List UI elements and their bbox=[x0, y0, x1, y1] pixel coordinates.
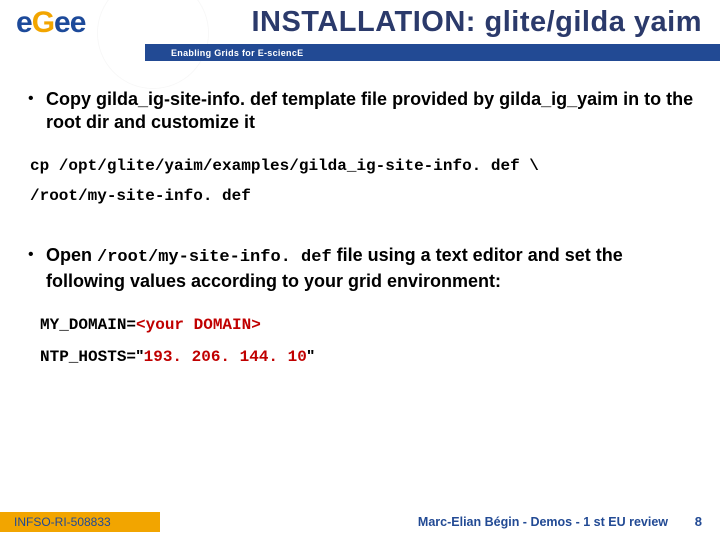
footer-left-text: INFSO-RI-508833 bbox=[14, 515, 111, 529]
var2-quote-open: " bbox=[136, 348, 144, 365]
var1-val: <your DOMAIN> bbox=[136, 316, 261, 334]
tagline: Enabling Grids for E-sciencE bbox=[171, 48, 303, 58]
var1-key: MY_DOMAIN= bbox=[40, 316, 136, 334]
logo-letter-e3: e bbox=[70, 6, 86, 39]
command-line-1: cp /opt/glite/yaim/examples/gilda_ig-sit… bbox=[30, 154, 696, 178]
var2-key: NTP_HOSTS= bbox=[40, 348, 136, 366]
slide: eGee INSTALLATION: glite/gilda yaim Enab… bbox=[0, 0, 720, 540]
slide-body: • Copy gilda_ig-site-info. def template … bbox=[28, 84, 696, 369]
bullet-2: • Open /root/my-site-info. def file usin… bbox=[28, 244, 696, 293]
var2-quote-close: " bbox=[307, 348, 315, 365]
header: eGee INSTALLATION: glite/gilda yaim Enab… bbox=[0, 0, 720, 70]
command-line-2: /root/my-site-info. def bbox=[30, 184, 696, 208]
footer-right-text: Marc-Elian Bégin - Demos - 1 st EU revie… bbox=[418, 515, 668, 529]
bullet-1-bold2: gilda_ig_yaim bbox=[499, 89, 618, 109]
logo-text: eGee bbox=[16, 6, 85, 40]
bullet-1: • Copy gilda_ig-site-info. def template … bbox=[28, 88, 696, 134]
slide-title: INSTALLATION: glite/gilda yaim bbox=[251, 6, 702, 39]
bullet-1-text: Copy gilda_ig-site-info. def template fi… bbox=[46, 88, 696, 134]
logo-letter-e2: e bbox=[54, 6, 70, 39]
logo-letter-e1: e bbox=[16, 6, 32, 39]
bullet-1-pre: Copy bbox=[46, 89, 96, 109]
footer-page-number: 8 bbox=[695, 514, 702, 529]
var-line-2: NTP_HOSTS="193. 206. 144. 10" bbox=[40, 345, 696, 369]
tagline-bar: Enabling Grids for E-sciencE bbox=[145, 44, 720, 61]
var2-val: 193. 206. 144. 10 bbox=[144, 348, 307, 366]
bullet-2-pre: Open bbox=[46, 245, 97, 265]
bullet-marker: • bbox=[28, 88, 46, 134]
footer: INFSO-RI-508833 Marc-Elian Bégin - Demos… bbox=[0, 510, 720, 540]
var-line-1: MY_DOMAIN=<your DOMAIN> bbox=[40, 313, 696, 337]
logo-letter-g: G bbox=[32, 6, 54, 39]
bullet-2-text: Open /root/my-site-info. def file using … bbox=[46, 244, 696, 293]
bullet-1-mid: template file provided by bbox=[277, 89, 499, 109]
bullet-2-code: /root/my-site-info. def bbox=[97, 248, 332, 267]
bullet-1-bold1: gilda_ig-site-info. def bbox=[96, 89, 277, 109]
bullet-marker: • bbox=[28, 244, 46, 293]
